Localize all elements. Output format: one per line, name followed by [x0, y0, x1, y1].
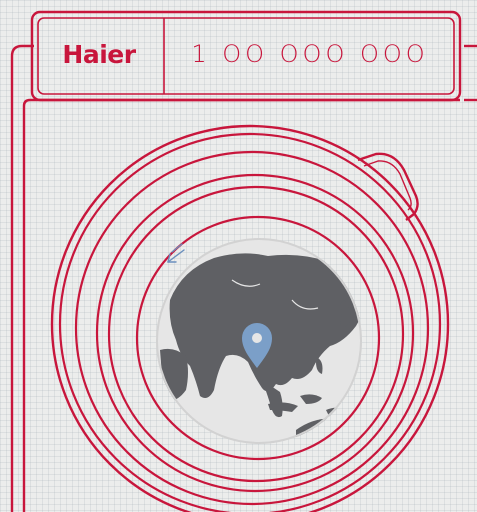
brand-logo: Haier	[62, 39, 136, 69]
washing-machine-illustration: Haier 1 OO OOO OOO	[0, 0, 477, 512]
counter-display: 1 OO OOO OOO	[191, 40, 429, 68]
